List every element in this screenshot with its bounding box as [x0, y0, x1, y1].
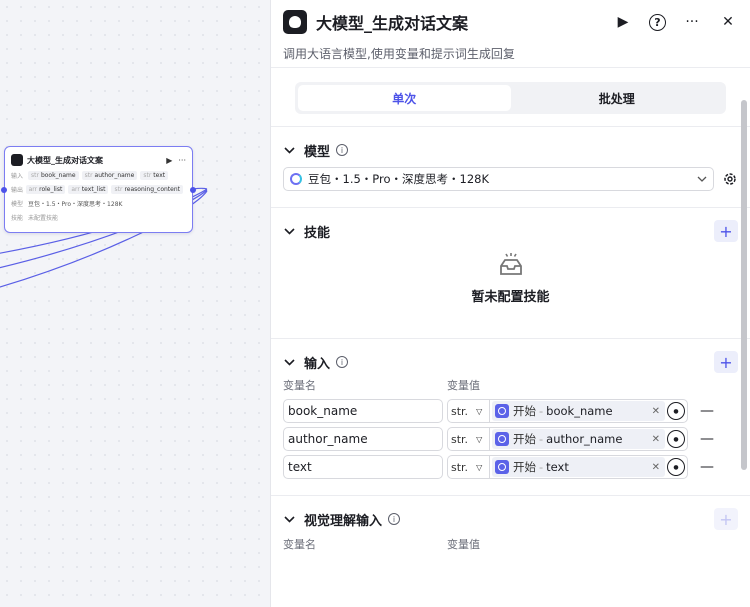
variable-name-input[interactable]: author_name: [283, 427, 443, 451]
skills-empty-state: 暂未配置技能: [283, 253, 738, 338]
doubao-logo-icon: [290, 173, 302, 185]
panel-title[interactable]: 大模型_生成对话文案: [316, 10, 597, 34]
llm-node-card[interactable]: 大模型_生成对话文案 ▶ ··· 输入 str book_name str auth…: [4, 146, 193, 233]
node-output-tag: arr text_list: [68, 185, 109, 194]
node-input-tag: str text: [140, 171, 169, 180]
remove-row-icon[interactable]: —: [700, 431, 714, 447]
info-icon[interactable]: i: [388, 513, 401, 525]
chevron-down-icon: ▽: [476, 406, 483, 416]
chevron-down-icon[interactable]: [283, 144, 295, 156]
add-input-button[interactable]: +: [714, 351, 738, 373]
variable-reference-tag: 开始 - text ✕: [492, 457, 665, 477]
variable-type-select[interactable]: str. ▽: [447, 455, 489, 479]
chevron-down-icon[interactable]: [283, 513, 295, 525]
tab-single[interactable]: 单次: [298, 85, 511, 111]
input-port[interactable]: [1, 187, 7, 193]
variable-type-select[interactable]: str. ▽: [447, 427, 489, 451]
col-header-value: 变量值: [447, 379, 480, 392]
clear-icon[interactable]: ✕: [652, 462, 660, 473]
play-icon[interactable]: ▶: [613, 12, 633, 32]
input-section: 输入 i + 变量名 变量值 book_name str. ▽ 开始 - book_…: [271, 339, 750, 496]
node-outputs-row: 输出 arr role_list arr text_list str reasonin…: [11, 183, 186, 196]
info-icon[interactable]: i: [336, 356, 349, 368]
input-variable-row: book_name str. ▽ 开始 - book_name ✕ ● —: [283, 397, 738, 425]
variable-picker-icon[interactable]: ●: [667, 458, 685, 476]
connection-edges: [0, 187, 208, 288]
more-icon[interactable]: ···: [682, 12, 702, 32]
chevron-down-icon[interactable]: [283, 225, 295, 237]
variable-name-input[interactable]: text: [283, 455, 443, 479]
input-variable-row: text str. ▽ 开始 - text ✕ ● —: [283, 453, 738, 481]
vision-input-section: 视觉理解输入 i + 变量名 变量值: [271, 496, 750, 556]
node-model-row: 模型 豆包・1.5・Pro・深度思考・128K: [11, 201, 123, 208]
panel-header: 大模型_生成对话文案 ▶ ? ··· ✕: [271, 0, 750, 44]
skills-empty-text: 暂未配置技能: [471, 290, 550, 305]
model-section: 模型 i 豆包・1.5・Pro・深度思考・128K: [271, 126, 750, 208]
remove-row-icon[interactable]: —: [700, 459, 714, 475]
tab-batch[interactable]: 批处理: [511, 85, 724, 111]
model-select[interactable]: 豆包・1.5・Pro・深度思考・128K: [283, 167, 714, 191]
node-output-tag: str reasoning_content: [111, 185, 183, 194]
col-header-name: 变量名: [283, 379, 316, 392]
llm-logo-icon: [283, 10, 307, 34]
section-title: 视觉理解输入: [304, 513, 383, 529]
panel-scrollbar[interactable]: [741, 100, 747, 470]
run-mode-tabs: 单次 批处理: [295, 82, 726, 114]
variable-picker-icon[interactable]: ●: [667, 402, 685, 420]
node-skill-row: 技能 未配置技能: [11, 215, 59, 222]
chevron-down-icon: ▽: [476, 434, 483, 444]
section-title: 模型: [304, 144, 331, 160]
node-input-tag: str book_name: [28, 171, 79, 180]
llm-logo-icon: [11, 154, 23, 166]
node-output-tag: arr role_list: [25, 185, 66, 194]
chevron-down-icon: ▽: [476, 462, 483, 472]
variable-reference-tag: 开始 - author_name ✕: [492, 429, 665, 449]
clear-icon[interactable]: ✕: [652, 406, 660, 417]
node-input-tag: str author_name: [81, 171, 138, 180]
clear-icon[interactable]: ✕: [652, 434, 660, 445]
variable-picker-icon[interactable]: ●: [667, 430, 685, 448]
node-config-panel: 大模型_生成对话文案 ▶ ? ··· ✕ 调用大语言模型,使用变量和提示词生成回…: [270, 0, 750, 607]
output-port[interactable]: [190, 187, 196, 193]
chevron-down-icon[interactable]: [283, 356, 295, 368]
model-select-value: 豆包・1.5・Pro・深度思考・128K: [308, 172, 490, 186]
add-skill-button[interactable]: +: [714, 220, 738, 242]
start-node-icon: [495, 460, 509, 474]
add-vision-input-button[interactable]: +: [714, 508, 738, 530]
chevron-down-icon: [697, 176, 707, 182]
help-icon[interactable]: ?: [649, 13, 666, 31]
section-title: 输入: [304, 356, 331, 372]
variable-value-field[interactable]: 开始 - text ✕ ●: [489, 455, 688, 479]
variable-name-input[interactable]: book_name: [283, 399, 443, 423]
close-icon[interactable]: ✕: [718, 12, 738, 32]
col-header-name: 变量名: [283, 538, 316, 551]
variable-value-field[interactable]: 开始 - author_name ✕ ●: [489, 427, 688, 451]
section-title: 技能: [304, 225, 331, 241]
start-node-icon: [495, 432, 509, 446]
variable-value-field[interactable]: 开始 - book_name ✕ ●: [489, 399, 688, 423]
panel-description[interactable]: 调用大语言模型,使用变量和提示词生成回复: [271, 44, 750, 68]
empty-box-icon: [499, 253, 522, 275]
remove-row-icon[interactable]: —: [700, 403, 714, 419]
node-title: 大模型_生成对话文案: [27, 155, 103, 165]
info-icon[interactable]: i: [336, 144, 349, 156]
gear-icon[interactable]: [722, 171, 738, 187]
variable-reference-tag: 开始 - book_name ✕: [492, 401, 665, 421]
more-icon[interactable]: ···: [178, 156, 186, 165]
workflow-canvas[interactable]: 大模型_生成对话文案 ▶ ··· 输入 str book_name str auth…: [0, 0, 270, 607]
node-inputs-row: 输入 str book_name str author_name str text: [11, 169, 186, 182]
col-header-value: 变量值: [447, 538, 480, 551]
run-icon[interactable]: ▶: [166, 156, 172, 165]
input-variable-row: author_name str. ▽ 开始 - author_name ✕ ● —: [283, 425, 738, 453]
skills-section: 技能 + 暂未配置技能: [271, 208, 750, 339]
variable-type-select[interactable]: str. ▽: [447, 399, 489, 423]
start-node-icon: [495, 404, 509, 418]
